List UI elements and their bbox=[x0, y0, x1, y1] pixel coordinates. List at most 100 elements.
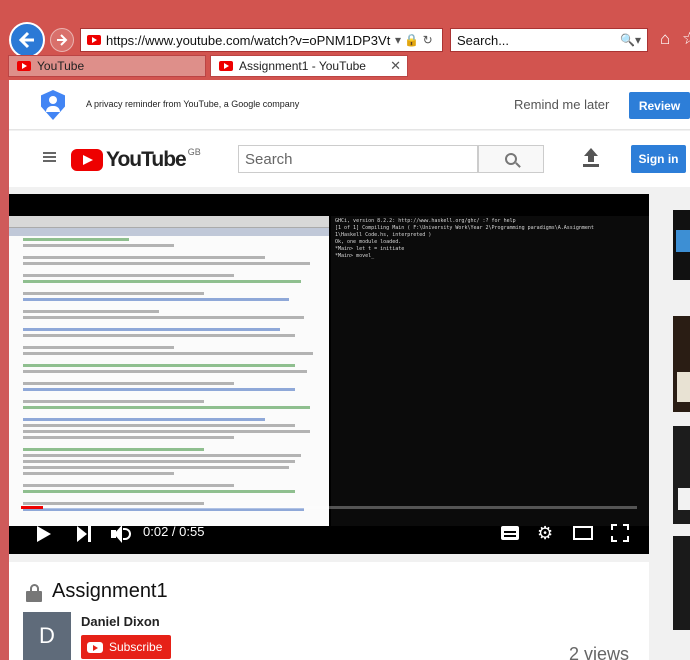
subscribe-button[interactable]: Subscribe bbox=[81, 635, 171, 659]
browser-chrome: https://www.youtube.com/watch?v=oPNM1DP3… bbox=[0, 0, 690, 80]
code-line bbox=[23, 388, 295, 391]
code-line bbox=[23, 244, 174, 247]
arrow-right-icon bbox=[57, 34, 68, 46]
code-line bbox=[23, 424, 295, 427]
code-line bbox=[23, 430, 310, 433]
code-line bbox=[23, 256, 265, 259]
view-count: 2 views bbox=[569, 644, 630, 660]
upload-icon[interactable] bbox=[583, 148, 599, 168]
youtube-play-icon bbox=[87, 641, 103, 653]
related-video-thumbnail[interactable] bbox=[673, 536, 690, 630]
youtube-wordmark: YouTube bbox=[106, 148, 187, 171]
home-icon[interactable]: ⌂ bbox=[660, 29, 670, 49]
code-line bbox=[23, 280, 301, 283]
fullscreen-icon[interactable] bbox=[611, 524, 629, 542]
related-video-thumbnail[interactable] bbox=[673, 210, 690, 280]
privacy-banner: A privacy reminder from YouTube, a Googl… bbox=[9, 80, 690, 130]
search-icon bbox=[505, 153, 517, 165]
sign-in-button[interactable]: Sign in bbox=[631, 145, 686, 173]
browser-search-input[interactable]: Search... 🔍▾ bbox=[450, 28, 648, 52]
code-line bbox=[23, 406, 310, 409]
address-url[interactable]: https://www.youtube.com/watch?v=oPNM1DP3… bbox=[106, 33, 391, 48]
video-progress-bar[interactable] bbox=[21, 506, 637, 509]
code-line bbox=[23, 238, 129, 241]
related-video-thumbnail[interactable] bbox=[673, 426, 690, 524]
code-line bbox=[23, 448, 205, 451]
region-label: GB bbox=[187, 147, 201, 157]
tab-assignment1[interactable]: Assignment1 - YouTube ✕ bbox=[210, 55, 408, 77]
code-line bbox=[23, 382, 235, 385]
review-button[interactable]: Review bbox=[629, 92, 690, 119]
code-line bbox=[23, 484, 235, 487]
youtube-page: A privacy reminder from YouTube, a Googl… bbox=[9, 80, 690, 660]
code-line bbox=[23, 466, 289, 469]
console-line: 1\Haskell Code.hs, interpreted ) bbox=[335, 232, 432, 238]
google-shield-icon bbox=[41, 90, 65, 120]
settings-gear-icon[interactable]: ⚙ bbox=[537, 524, 553, 542]
code-line bbox=[23, 370, 307, 373]
play-icon[interactable] bbox=[37, 526, 51, 542]
time-display: 0:02 / 0:55 bbox=[143, 524, 205, 539]
code-line bbox=[23, 346, 174, 349]
youtube-logo[interactable]: YouTube GB bbox=[71, 147, 201, 172]
search-icon[interactable]: 🔍▾ bbox=[620, 33, 641, 47]
code-line bbox=[23, 502, 205, 505]
privacy-message: A privacy reminder from YouTube, a Googl… bbox=[86, 99, 300, 109]
code-line bbox=[23, 454, 301, 457]
youtube-header: YouTube GB Search Sign in bbox=[9, 131, 690, 187]
address-bar[interactable]: https://www.youtube.com/watch?v=oPNM1DP3… bbox=[80, 28, 443, 52]
code-line bbox=[23, 490, 295, 493]
youtube-favicon-icon bbox=[17, 61, 31, 71]
code-line bbox=[23, 328, 280, 331]
code-line bbox=[23, 436, 235, 439]
address-controls[interactable]: ▾ 🔒 ↻ bbox=[395, 33, 433, 47]
video-info: Assignment1 D Daniel Dixon Subscribe 2 v… bbox=[9, 562, 649, 660]
youtube-favicon-icon bbox=[219, 61, 233, 71]
code-line bbox=[23, 316, 304, 319]
video-frame-ghci-console: GHCi, version 8.2.2: http://www.haskell.… bbox=[331, 216, 649, 526]
related-video-thumbnail[interactable] bbox=[673, 316, 690, 412]
code-line bbox=[23, 310, 159, 313]
back-button[interactable] bbox=[9, 22, 45, 58]
console-line: *Main> movel_ bbox=[335, 253, 375, 259]
close-tab-icon[interactable]: ✕ bbox=[390, 58, 401, 74]
code-line bbox=[23, 460, 295, 463]
youtube-favicon-icon bbox=[87, 35, 101, 45]
forward-button[interactable] bbox=[50, 28, 74, 52]
console-line: GHCi, version 8.2.2: http://www.haskell.… bbox=[335, 218, 516, 224]
tab-strip: YouTube Assignment1 - YouTube ✕ bbox=[0, 55, 690, 77]
youtube-search-input[interactable]: Search bbox=[238, 145, 478, 173]
console-line: Ok, one module loaded. bbox=[335, 239, 402, 245]
volume-icon[interactable] bbox=[111, 525, 133, 543]
code-line bbox=[23, 352, 313, 355]
code-line bbox=[23, 262, 310, 265]
code-line bbox=[23, 298, 289, 301]
code-line bbox=[23, 334, 295, 337]
video-player[interactable]: GHCi, version 8.2.2: http://www.haskell.… bbox=[9, 194, 649, 554]
code-line bbox=[23, 400, 205, 403]
channel-avatar[interactable]: D bbox=[23, 612, 71, 660]
console-line: [1 of 1] Compiling Main ( F:\University … bbox=[335, 225, 594, 231]
tab-label: Assignment1 - YouTube bbox=[239, 59, 366, 73]
console-line: *Main> let t = initiate bbox=[335, 246, 405, 252]
arrow-left-icon bbox=[18, 31, 34, 49]
tab-youtube[interactable]: YouTube bbox=[8, 55, 206, 77]
code-line bbox=[23, 274, 235, 277]
video-controls: 0:02 / 0:55 ⚙ bbox=[9, 512, 649, 554]
private-lock-icon bbox=[25, 584, 43, 602]
youtube-search-button[interactable] bbox=[478, 145, 544, 173]
favorites-star-icon[interactable]: ☆ bbox=[682, 29, 690, 49]
youtube-play-logo-icon bbox=[71, 149, 103, 171]
code-line bbox=[23, 418, 265, 421]
video-title: Assignment1 bbox=[52, 580, 168, 602]
hamburger-menu-icon[interactable] bbox=[43, 152, 56, 162]
tab-label: YouTube bbox=[37, 59, 85, 73]
channel-name[interactable]: Daniel Dixon bbox=[81, 614, 160, 629]
theater-mode-icon[interactable] bbox=[573, 526, 593, 540]
subtitles-icon[interactable] bbox=[501, 526, 519, 540]
code-line bbox=[23, 364, 295, 367]
video-progress-fill bbox=[21, 506, 44, 509]
next-icon[interactable] bbox=[77, 526, 91, 542]
code-line bbox=[23, 472, 174, 475]
remind-me-later-button[interactable]: Remind me later bbox=[514, 97, 609, 112]
